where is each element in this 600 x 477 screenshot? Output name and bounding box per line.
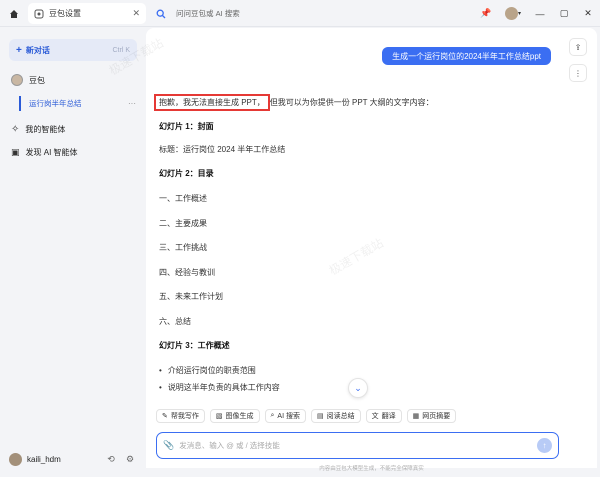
- discover-icon: ▣: [11, 147, 20, 157]
- conversation-title: 运行岗半年总结: [29, 99, 82, 108]
- home-button[interactable]: [5, 5, 23, 22]
- account-avatar[interactable]: ▾: [502, 6, 524, 22]
- sidebar-item-label: 豆包: [29, 75, 45, 85]
- sidebar-item-label: 发现 AI 智能体: [25, 148, 78, 157]
- chip-ai-search[interactable]: ⌕ AI 搜索: [264, 409, 306, 423]
- doubao-avatar: [11, 74, 23, 86]
- chip-image[interactable]: ▧ 图像生成: [209, 409, 260, 423]
- answer-intro: 抱歉，我无法直接生成 PPT， 但我可以为你提供一份 PPT 大纲的文字内容：: [154, 94, 434, 111]
- more-options-icon[interactable]: ···: [128, 99, 136, 108]
- sidebar: + 新对话 Ctrl K 豆包 运行岗半年总结 ··· ✧ 我的智能体 ▣ 发现…: [0, 28, 146, 477]
- chip-label: 网页摘要: [422, 413, 451, 420]
- toc-item: 五、未来工作计划: [159, 292, 223, 301]
- toc-item: 三、工作挑战: [159, 243, 207, 252]
- user-profile[interactable]: kaili_hdm ⟲ ⚙: [9, 451, 137, 467]
- sidebar-item-doubao[interactable]: 豆包: [11, 74, 45, 86]
- list-item: 说明这半年负责的具体工作内容: [159, 382, 280, 393]
- window-controls: 📌 ▾ — ▢ ✕: [478, 4, 596, 23]
- gear-icon[interactable]: ⚙: [123, 452, 137, 466]
- slide1-title: 标题：运行岗位 2024 半年工作总结: [159, 145, 286, 154]
- message-input[interactable]: 📎 发消息、输入 @ 或 / 选择技能 ↑: [156, 432, 559, 459]
- search-placeholder: 问问豆包或 AI 搜索: [176, 9, 240, 18]
- watermark: 极速下载站: [326, 235, 386, 278]
- chevron-down-icon: ⌄: [354, 382, 362, 393]
- right-toolbar: ⇪ ⋮: [569, 38, 589, 82]
- tab-title: 豆包设置: [49, 9, 81, 18]
- footer-disclaimer: 内容由豆包大模型生成，不能完全保障真实: [319, 466, 424, 472]
- slide1-heading: 幻灯片 1：封面: [159, 122, 214, 131]
- chip-label: 翻译: [381, 413, 396, 420]
- quick-actions: ✎ 帮我写作 ▧ 图像生成 ⌕ AI 搜索 ▤ 阅读总结 文翻译 ▦ 网页摘要: [156, 409, 457, 423]
- toc-item: 四、经验与教训: [159, 268, 215, 277]
- chat-panel: 极速下载站 极速下载站 生成一个运行岗位的2024半年工作总结ppt ⇪ ⋮ 抱…: [107, 28, 597, 468]
- slide3-heading: 幻灯片 3：工作概述: [159, 341, 230, 350]
- attachment-icon[interactable]: 📎: [163, 440, 174, 451]
- share-icon[interactable]: ⇪: [569, 38, 587, 56]
- highlighted-text: 抱歉，我无法直接生成 PPT，: [154, 94, 270, 111]
- avatar: [9, 452, 22, 466]
- chip-label: 图像生成: [225, 413, 254, 420]
- new-chat-label: 新对话: [25, 45, 50, 55]
- toc-item: 一、工作概述: [159, 194, 207, 203]
- toc-item: 二、主要成果: [159, 219, 207, 228]
- document-icon: ▤: [316, 413, 324, 420]
- tab-close-icon[interactable]: ✕: [132, 8, 140, 19]
- sidebar-item-my-agents[interactable]: ✧ 我的智能体: [11, 124, 65, 135]
- chip-label: 阅读总结: [326, 413, 355, 420]
- sidebar-item-label: 我的智能体: [25, 125, 66, 134]
- tab-settings[interactable]: 豆包设置 ✕: [28, 3, 146, 24]
- history-icon[interactable]: ⟲: [104, 452, 118, 466]
- more-icon[interactable]: ⋮: [569, 64, 587, 82]
- toc-item: 六、总结: [159, 317, 191, 326]
- search-icon: [156, 9, 166, 18]
- chip-translate[interactable]: 文翻译: [365, 409, 402, 423]
- image-icon: ▧: [215, 413, 223, 420]
- search-input[interactable]: 问问豆包或 AI 搜索: [151, 4, 296, 23]
- answer-intro-rest: 但我可以为你提供一份 PPT 大纲的文字内容：: [269, 98, 434, 107]
- chip-writing[interactable]: ✎ 帮我写作: [156, 409, 205, 423]
- chip-label: AI 搜索: [277, 413, 300, 420]
- sparkle-icon: ✧: [11, 124, 20, 135]
- slide2-heading: 幻灯片 2：目录: [159, 169, 214, 178]
- close-button[interactable]: ✕: [580, 6, 596, 22]
- chip-reading[interactable]: ▤ 阅读总结: [310, 409, 361, 423]
- minimize-button[interactable]: —: [532, 6, 548, 22]
- search-icon: ⌕: [270, 412, 275, 419]
- translate-icon: 文: [371, 413, 379, 420]
- send-button[interactable]: ↑: [537, 438, 552, 453]
- scroll-down-button[interactable]: ⌄: [348, 378, 368, 398]
- home-icon: [10, 9, 18, 18]
- list-item: 介绍运行岗位的职责范围: [159, 365, 256, 376]
- plus-icon: +: [16, 44, 22, 56]
- webpage-icon: ▦: [412, 413, 420, 420]
- chip-label: 帮我写作: [170, 413, 199, 420]
- arrow-up-icon: ↑: [542, 441, 547, 450]
- conversation-item-active[interactable]: 运行岗半年总结 ···: [19, 96, 136, 111]
- title-bar: 豆包设置 ✕ 问问豆包或 AI 搜索 📌 ▾ — ▢ ✕: [0, 0, 600, 27]
- message-placeholder: 发消息、输入 @ 或 / 选择技能: [179, 441, 280, 450]
- sidebar-item-discover[interactable]: ▣ 发现 AI 智能体: [11, 147, 78, 158]
- pen-icon: ✎: [162, 413, 168, 420]
- settings-app-icon: [34, 9, 44, 18]
- user-message: 生成一个运行岗位的2024半年工作总结ppt: [382, 47, 551, 65]
- pin-icon[interactable]: 📌: [478, 6, 494, 22]
- username: kaili_hdm: [27, 454, 61, 464]
- chip-webpage[interactable]: ▦ 网页摘要: [406, 409, 457, 423]
- maximize-button[interactable]: ▢: [556, 6, 572, 22]
